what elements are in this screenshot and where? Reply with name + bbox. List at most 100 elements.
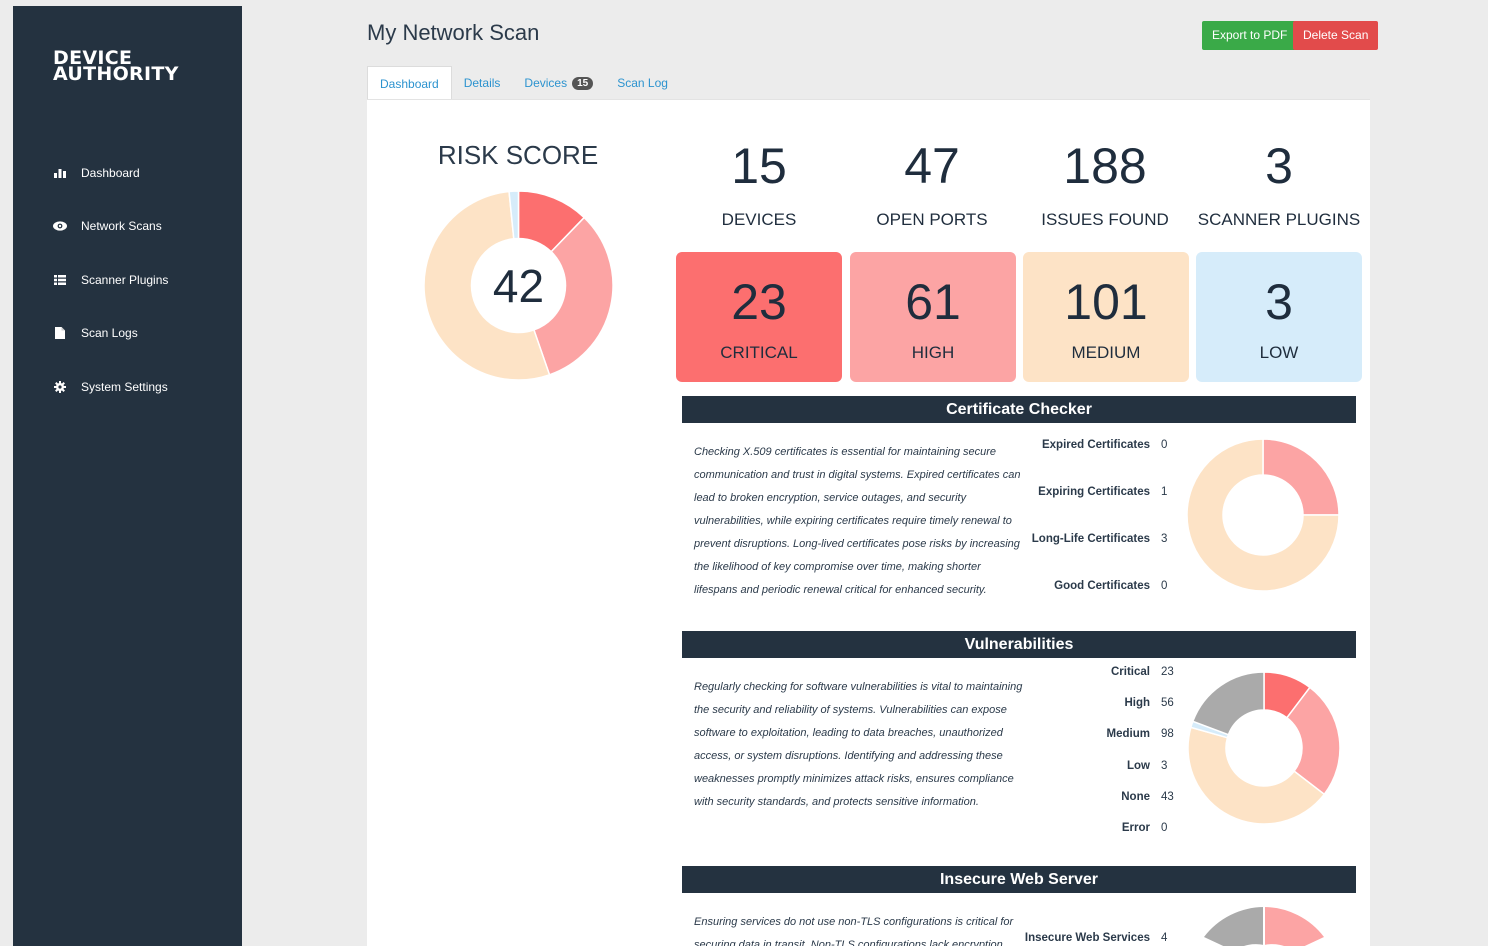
vuln-value: 56 (1161, 697, 1174, 709)
gear-icon (53, 380, 67, 393)
vuln-value: 98 (1161, 728, 1174, 740)
stat-open-ports: 47 OPEN PORTS (847, 138, 1017, 230)
severity-value: 23 (731, 274, 787, 330)
sidebar-item-label: System Settings (81, 379, 168, 394)
sidebar-item-network-scans[interactable]: Network Scans (13, 200, 242, 254)
sidebar-item-scan-logs[interactable]: Scan Logs (13, 307, 242, 361)
sidebar-item-dashboard[interactable]: Dashboard (13, 146, 242, 200)
severity-card-high[interactable]: 61 HIGH (850, 252, 1016, 382)
severity-label: HIGH (911, 343, 955, 362)
severity-label: CRITICAL (720, 343, 798, 362)
sidebar-item-label: Network Scans (81, 219, 162, 234)
stat-label: OPEN PORTS (876, 210, 988, 229)
web-slice-high (1264, 907, 1324, 946)
web-label: Insecure Web Services (1024, 932, 1150, 944)
tab-label: Details (463, 76, 501, 90)
tab-label: Scan Log (617, 76, 668, 90)
stat-value: 3 (1265, 138, 1293, 194)
severity-value: 101 (1064, 274, 1148, 330)
severity-label: MEDIUM (1071, 343, 1141, 362)
sidebar-item-scanner-plugins[interactable]: Scanner Plugins (13, 253, 242, 307)
sidebar-item-system-settings[interactable]: System Settings (13, 360, 242, 414)
severity-card-critical[interactable]: 23 CRITICAL (676, 252, 842, 382)
vuln-label: Medium (1106, 728, 1150, 740)
vuln-label: Critical (1111, 666, 1150, 678)
vuln-label: Low (1127, 760, 1150, 772)
cert-value: 1 (1161, 486, 1168, 498)
vuln-row-critical: Critical 23 (1000, 666, 1174, 678)
risk-score-value: 42 (492, 260, 545, 312)
delete-scan-button[interactable]: Delete Scan (1293, 21, 1379, 50)
stat-value: 188 (1063, 138, 1147, 194)
severity-value: 61 (905, 274, 961, 330)
vuln-label: None (1121, 791, 1150, 803)
stat-issues-found: 188 ISSUES FOUND (1020, 138, 1190, 230)
vulnerabilities-header: Vulnerabilities (682, 631, 1356, 658)
certificate-donut-chart (1187, 439, 1339, 591)
sidebar-item-label: Scan Logs (81, 326, 138, 341)
cert-label: Long-Life Certificates (1031, 533, 1150, 545)
stat-devices: 15 DEVICES (674, 138, 844, 230)
vuln-row-medium: Medium 98 (1000, 728, 1174, 740)
severity-card-low[interactable]: 3 LOW (1196, 252, 1362, 382)
vuln-row-high: High 56 (1000, 697, 1174, 709)
sidebar-nav: Dashboard Network Scans Scanner Plugins … (13, 146, 242, 414)
tab-scan-log[interactable]: Scan Log (605, 66, 680, 100)
severity-card-medium[interactable]: 101 MEDIUM (1023, 252, 1189, 382)
cert-label: Expired Certificates (1041, 439, 1150, 451)
cert-value: 0 (1161, 439, 1168, 451)
vuln-value: 0 (1161, 822, 1168, 834)
vuln-row-none: None 43 (1000, 791, 1174, 803)
cert-row-good: Good Certificates 0 (1000, 580, 1174, 592)
cert-row-expired: Expired Certificates 0 (1000, 439, 1174, 451)
insecure-web-server-header: Insecure Web Server (682, 866, 1356, 893)
tab-devices[interactable]: Devices 15 (512, 66, 605, 100)
stat-value: 47 (904, 138, 960, 194)
stat-scanner-plugins: 3 SCANNER PLUGINS (1194, 138, 1364, 230)
tab-details[interactable]: Details (452, 66, 513, 100)
vulnerabilities-description: Regularly checking for software vulnerab… (694, 681, 1023, 808)
web-value: 4 (1161, 932, 1168, 944)
vuln-value: 23 (1161, 666, 1174, 678)
cert-slice-expiring (1262, 439, 1339, 516)
cert-row-long-life: Long-Life Certificates 3 (1000, 533, 1174, 545)
logo[interactable]: DEVICE AUTHORITY (53, 49, 179, 85)
tab-bar: Dashboard Details Devices 15 Scan Log (367, 66, 680, 100)
logo-line-2: AUTHORITY (53, 63, 179, 85)
tab-label: Dashboard (380, 76, 439, 91)
vuln-value: 43 (1161, 791, 1174, 803)
devices-count-badge: 15 (572, 76, 594, 90)
stat-label: ISSUES FOUND (1041, 210, 1169, 229)
web-slice-none (1204, 907, 1264, 946)
cert-row-expiring: Expiring Certificates 1 (1000, 486, 1174, 498)
bar-chart-icon (53, 167, 67, 179)
insecure-web-donut-chart (1204, 907, 1324, 946)
file-icon (53, 327, 67, 340)
list-icon (53, 274, 67, 286)
certificate-checker-header: Certificate Checker (682, 396, 1356, 423)
severity-label: LOW (1259, 343, 1299, 362)
vuln-row-error: Error 0 (1000, 822, 1174, 834)
vulnerabilities-donut-chart (1188, 672, 1340, 824)
stat-value: 15 (731, 138, 787, 194)
web-row-insecure-services: Insecure Web Services 4 (1000, 932, 1174, 944)
eye-icon (53, 220, 67, 232)
severity-value: 3 (1265, 274, 1293, 330)
vuln-slice-none (1191, 672, 1265, 736)
tab-label: Devices (524, 76, 568, 90)
vuln-row-low: Low 3 (1000, 760, 1174, 772)
stat-label: SCANNER PLUGINS (1197, 210, 1361, 229)
vuln-value: 3 (1161, 760, 1168, 772)
cert-label: Good Certificates (1054, 580, 1150, 592)
tab-dashboard[interactable]: Dashboard (367, 66, 452, 100)
vuln-label: Error (1121, 822, 1150, 834)
sidebar: DEVICE AUTHORITY Dashboard Network Scans… (13, 6, 242, 946)
export-pdf-button[interactable]: Export to PDF (1202, 21, 1298, 50)
page-title: My Network Scan (367, 20, 540, 45)
insecure-web-server-description: Ensuring services do not use non-TLS con… (694, 916, 1014, 946)
vuln-label: High (1124, 697, 1150, 709)
cert-value: 3 (1161, 533, 1168, 545)
stat-label: DEVICES (721, 210, 797, 229)
sidebar-item-label: Scanner Plugins (81, 272, 169, 287)
sidebar-item-label: Dashboard (81, 165, 140, 180)
